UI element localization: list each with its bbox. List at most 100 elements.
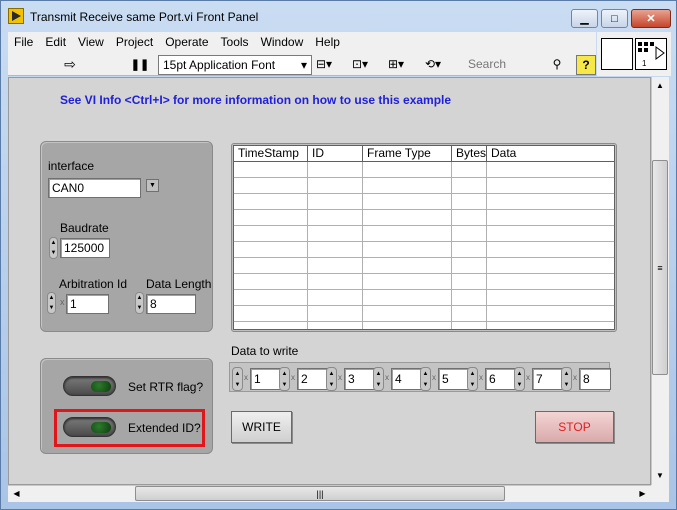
down-arrow-icon: ▼ [516,381,523,388]
write-button[interactable]: WRITE [231,411,292,443]
table-row[interactable] [234,226,614,242]
menu-operate[interactable]: Operate [159,35,214,49]
data-element-increment[interactable]: ▲ ▼ [232,367,243,391]
interface-browse-button[interactable]: ▼ [146,179,159,192]
context-help-button[interactable]: ? [576,55,596,75]
scroll-right-icon[interactable]: ▶ [634,485,651,502]
minimize-button[interactable]: ▁ [571,9,598,28]
radix-indicator: x [479,373,483,382]
data-to-write-label: Data to write [231,344,299,358]
vi-icon[interactable] [601,38,633,70]
data-element-field[interactable]: 4 [391,368,423,390]
scroll-corner [651,485,669,502]
menu-edit[interactable]: Edit [39,35,72,49]
window-title: Transmit Receive same Port.vi Front Pane… [30,10,259,24]
distribute-objects-icon[interactable]: ⊡▾ [346,55,374,73]
menu-tools[interactable]: Tools [215,35,255,49]
scroll-down-icon[interactable]: ▼ [651,467,669,484]
column-header-timestamp[interactable]: TimeStamp [234,146,308,162]
info-text: See VI Info <Ctrl+I> for more informatio… [60,93,452,107]
data-element-field[interactable]: 5 [438,368,470,390]
run-arrow-icon[interactable]: ⇨ [60,55,80,73]
search-icon[interactable]: ⚲ [548,55,566,73]
close-icon: ✕ [646,13,656,25]
pause-icon[interactable]: ❚❚ [130,55,150,73]
table-row[interactable] [234,210,614,226]
table-row[interactable] [234,258,614,274]
radix-indicator: x [291,373,295,382]
connector-pane-icon[interactable]: 1 [635,38,667,70]
down-arrow-icon: ▼ [136,305,143,311]
baudrate-label: Baudrate [60,221,109,235]
table-row[interactable] [234,274,614,290]
arbitration-id-increment[interactable]: ▲ ▼ [47,292,56,314]
data-length-label: Data Length [146,277,212,291]
data-element-increment[interactable]: ▲ ▼ [561,367,572,391]
data-element-increment[interactable]: ▲ ▼ [326,367,337,391]
scroll-up-icon[interactable]: ▲ [651,77,669,94]
scroll-left-icon[interactable]: ◀ [8,485,25,502]
horizontal-scroll-thumb[interactable]: ||| [135,486,505,501]
menu-file[interactable]: File [8,35,39,49]
data-element-field[interactable]: 6 [485,368,517,390]
data-length-field[interactable]: 8 [146,294,196,314]
table-row[interactable] [234,178,614,194]
radix-indicator: x [526,373,530,382]
maximize-button[interactable]: □ [601,9,628,28]
rtr-flag-switch[interactable] [63,376,116,396]
align-objects-icon[interactable]: ⊟▾ [310,55,338,73]
font-dropdown-value: 15pt Application Font [163,58,276,72]
data-element-increment[interactable]: ▲ ▼ [373,367,384,391]
column-header-frame-type[interactable]: Frame Type [363,146,452,162]
up-arrow-icon: ▲ [516,370,523,377]
data-element-field[interactable]: 2 [297,368,329,390]
menu-window[interactable]: Window [255,35,310,49]
highlight-box [54,409,205,447]
down-arrow-icon: ▼ [375,381,382,388]
data-element-increment[interactable]: ▲ ▼ [279,367,290,391]
data-element-field[interactable]: 1 [250,368,282,390]
baudrate-field[interactable]: 125000 [60,238,110,258]
data-element-field[interactable]: 7 [532,368,564,390]
column-header-id[interactable]: ID [308,146,363,162]
close-button[interactable]: ✕ [631,9,671,28]
arbitration-id-field[interactable]: 1 [66,294,109,314]
radix-indicator: x [244,373,248,382]
interface-field[interactable]: CAN0 [48,178,141,198]
table-row[interactable] [234,194,614,210]
data-element-increment[interactable]: ▲ ▼ [420,367,431,391]
column-header-bytes[interactable]: Bytes [452,146,487,162]
data-element-field[interactable]: 8 [579,368,611,390]
data-element-increment[interactable]: ▲ ▼ [467,367,478,391]
table-row[interactable] [234,162,614,178]
vertical-scroll-thumb[interactable]: ≡ [652,160,668,375]
font-dropdown[interactable]: 15pt Application Font ▾ [158,55,312,75]
down-arrow-icon: ▼ [48,305,55,311]
stop-button[interactable]: STOP [535,411,614,443]
table-row[interactable] [234,306,614,322]
down-arrow-icon: ▼ [422,381,429,388]
baudrate-increment[interactable]: ▲ ▼ [49,237,58,259]
resize-objects-icon[interactable]: ⊞▾ [382,55,410,73]
maximize-icon: □ [611,12,618,25]
toolbar: ⇨ ❚❚ 15pt Application Font ▾ ⊟▾ ⊡▾ ⊞▾ ⟲▾… [8,52,596,76]
menu-view[interactable]: View [72,35,110,49]
radix-indicator: x [338,373,342,382]
interface-label: interface [48,159,95,173]
column-header-data[interactable]: Data [487,146,614,162]
down-arrow-icon: ▼ [563,381,570,388]
arbitration-id-label: Arbitration Id [59,277,128,291]
radix-indicator: x [573,373,577,382]
data-element-increment[interactable]: ▲ ▼ [514,367,525,391]
menu-help[interactable]: Help [309,35,346,49]
up-arrow-icon: ▲ [375,370,382,377]
data-length-increment[interactable]: ▲ ▼ [135,292,144,314]
frames-table[interactable]: TimeStamp ID Frame Type Bytes Data [233,145,615,330]
data-element-field[interactable]: 3 [344,368,376,390]
table-row[interactable] [234,290,614,306]
radix-indicator: x [385,373,389,382]
reorder-icon[interactable]: ⟲▾ [418,55,448,73]
table-row[interactable] [234,242,614,258]
down-arrow-icon: ▼ [50,250,57,256]
menu-project[interactable]: Project [110,35,159,49]
